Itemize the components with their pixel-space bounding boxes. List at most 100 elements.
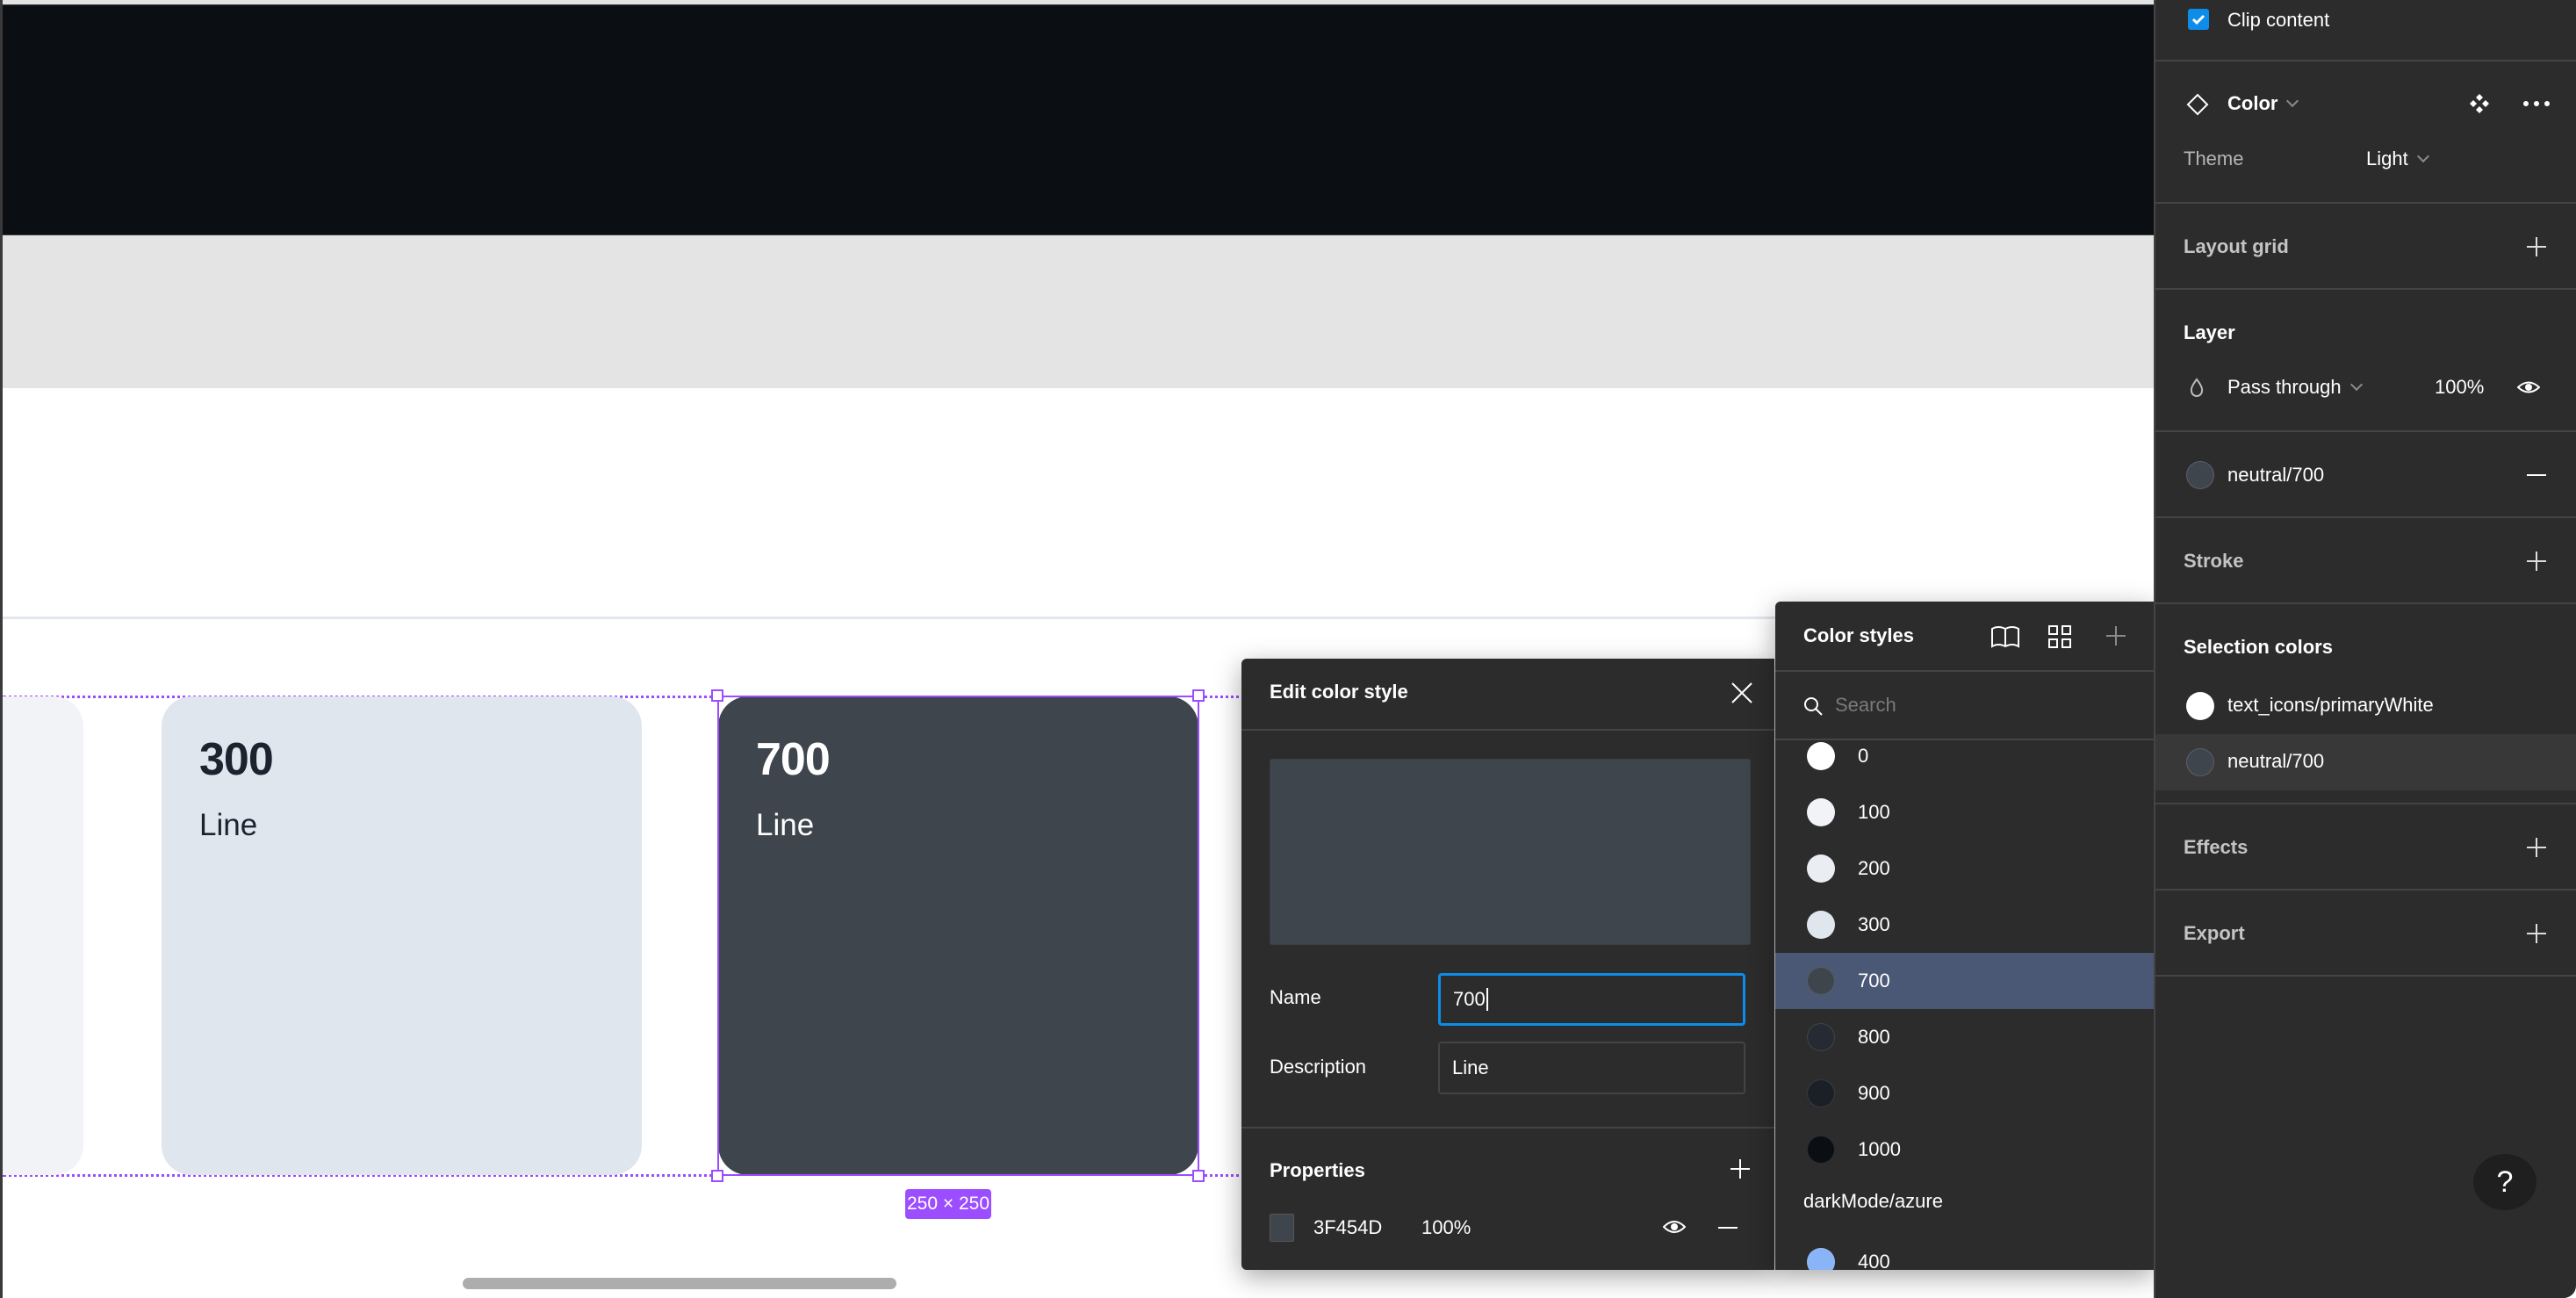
style-item-azure-400[interactable]: 400 xyxy=(1775,1234,2154,1270)
layer-opacity-input[interactable]: 100% xyxy=(2435,376,2484,399)
resize-handle-bottom-right[interactable] xyxy=(1192,1170,1205,1182)
export-section: Export xyxy=(2155,891,2576,977)
color-mode-dropdown[interactable]: Color xyxy=(2227,92,2299,115)
checkmark-icon xyxy=(2191,14,2205,25)
blend-mode-dropdown[interactable]: Pass through xyxy=(2227,376,2363,399)
more-options-icon[interactable] xyxy=(2522,100,2551,107)
selection-color-item[interactable]: neutral/700 xyxy=(2155,734,2576,790)
add-export-button[interactable] xyxy=(2525,922,2548,945)
diamond-icon xyxy=(2186,93,2209,116)
color-styles-panel: Color styles 0 100 200 300 xyxy=(1775,602,2154,1270)
property-color-swatch[interactable] xyxy=(1270,1214,1294,1242)
selection-color-name: neutral/700 xyxy=(2227,750,2325,772)
fill-style-name[interactable]: neutral/700 xyxy=(2227,464,2324,487)
theme-label: Theme xyxy=(2184,148,2244,169)
chevron-down-icon xyxy=(2349,378,2363,392)
library-button[interactable] xyxy=(1990,624,2020,649)
remove-property-button[interactable] xyxy=(1718,1218,1738,1237)
add-property-button[interactable] xyxy=(1729,1157,1752,1180)
dialog-header: Edit color style xyxy=(1241,659,1774,731)
search-icon xyxy=(1803,696,1823,716)
styles-header: Color styles xyxy=(1775,602,2154,672)
color-dot xyxy=(1807,967,1835,995)
search-input[interactable] xyxy=(1835,686,2125,725)
color-dot xyxy=(1807,1248,1835,1270)
style-label: 400 xyxy=(1858,1251,1890,1270)
style-item-800[interactable]: 800 xyxy=(1775,1009,2154,1065)
close-icon xyxy=(1731,682,1752,703)
component-icon[interactable] xyxy=(2469,93,2490,114)
style-item-200[interactable]: 200 xyxy=(1775,840,2154,897)
style-label: 200 xyxy=(1858,857,1890,879)
selection-box[interactable] xyxy=(717,696,1199,1176)
selection-color-name: text_icons/primaryWhite xyxy=(2227,694,2434,716)
property-hex-value[interactable]: 3F454D xyxy=(1313,1216,1382,1239)
remove-fill-button[interactable] xyxy=(2525,464,2548,487)
properties-title: Properties xyxy=(1270,1159,1365,1181)
grid-view-button[interactable] xyxy=(2047,624,2077,649)
plus-icon xyxy=(1731,1159,1750,1179)
create-style-button[interactable] xyxy=(2105,624,2134,649)
style-group-label: darkMode/azure xyxy=(1803,1190,1943,1212)
theme-value: Light xyxy=(2366,148,2408,169)
book-icon xyxy=(1991,626,2019,648)
styles-list: 0 100 200 300 700 800 900 1000 darkMode/… xyxy=(1775,742,2154,1270)
resize-handle-bottom-left[interactable] xyxy=(711,1170,723,1182)
style-label: 300 xyxy=(1858,913,1890,935)
property-opacity-value[interactable]: 100% xyxy=(1421,1216,1471,1239)
color-dot xyxy=(1807,1079,1835,1107)
color-dot xyxy=(1807,1136,1835,1164)
style-item-300[interactable]: 300 xyxy=(1775,897,2154,953)
add-layout-grid-button[interactable] xyxy=(2525,235,2548,258)
fill-color-swatch[interactable] xyxy=(2186,461,2214,489)
text-caret xyxy=(1486,988,1488,1011)
card-title: 300 xyxy=(199,734,274,785)
style-item-700[interactable]: 700 xyxy=(1775,953,2154,1009)
close-button[interactable] xyxy=(1729,680,1755,706)
selection-size-badge: 250 × 250 xyxy=(905,1189,991,1219)
plus-icon xyxy=(2527,838,2546,857)
resize-handle-top-left[interactable] xyxy=(711,689,723,702)
style-label: 800 xyxy=(1858,1026,1890,1048)
style-label: 1000 xyxy=(1858,1138,1901,1160)
plus-icon xyxy=(2527,237,2546,256)
card-subtitle: Line xyxy=(199,808,258,842)
plus-icon xyxy=(2527,552,2546,571)
clip-content-section: Clip content xyxy=(2155,0,2576,61)
selection-color-item[interactable]: text_icons/primaryWhite xyxy=(2155,678,2576,734)
style-item-900[interactable]: 900 xyxy=(1775,1065,2154,1121)
description-label: Description xyxy=(1270,1056,1367,1078)
color-dot xyxy=(1807,742,1835,770)
export-title: Export xyxy=(2184,922,2245,944)
horizontal-scrollbar[interactable] xyxy=(463,1278,896,1289)
clip-content-checkbox[interactable] xyxy=(2188,9,2209,30)
edit-color-style-dialog: Edit color style Name 700 Description Li… xyxy=(1241,659,1774,1270)
chevron-down-icon xyxy=(2416,149,2429,163)
clip-content-label: Clip content xyxy=(2227,9,2330,31)
properties-panel: Clip content Color Theme Light Layout gr… xyxy=(2154,0,2576,1298)
stroke-title: Stroke xyxy=(2184,550,2244,572)
dark-header-frame[interactable] xyxy=(3,4,2154,235)
style-item-100[interactable]: 100 xyxy=(1775,784,2154,840)
help-button[interactable]: ? xyxy=(2473,1154,2536,1210)
minus-icon xyxy=(1718,1227,1738,1229)
add-effect-button[interactable] xyxy=(2525,836,2548,859)
description-input[interactable]: Line xyxy=(1438,1042,1745,1094)
effects-section: Effects xyxy=(2155,804,2576,891)
color-card-300[interactable]: 300 Line xyxy=(162,696,642,1175)
toggle-visibility-button[interactable] xyxy=(1663,1217,1686,1237)
layout-grid-section: Layout grid xyxy=(2155,204,2576,290)
color-card-partial[interactable] xyxy=(3,696,83,1175)
add-stroke-button[interactable] xyxy=(2525,550,2548,573)
color-dot xyxy=(1807,1023,1835,1051)
name-value: 700 xyxy=(1453,988,1486,1010)
resize-handle-top-right[interactable] xyxy=(1192,689,1205,702)
style-item-0[interactable]: 0 xyxy=(1775,742,2154,784)
style-item-1000[interactable]: 1000 xyxy=(1775,1121,2154,1178)
eye-icon[interactable] xyxy=(2517,379,2540,396)
name-input[interactable]: 700 xyxy=(1438,973,1745,1026)
divider xyxy=(1241,1127,1774,1129)
styles-title: Color styles xyxy=(1803,624,1914,646)
gray-frame[interactable] xyxy=(3,235,2154,388)
theme-dropdown[interactable]: Light xyxy=(2366,148,2429,170)
